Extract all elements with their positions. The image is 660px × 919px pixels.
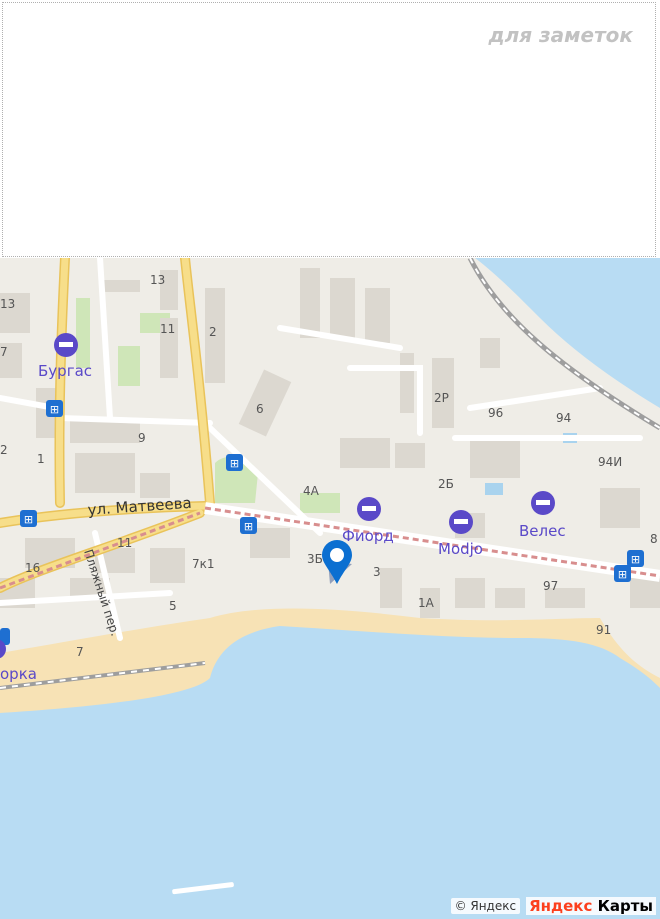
house-number: 2 xyxy=(209,325,217,339)
house-number: 97 xyxy=(543,579,558,593)
house-number: 11 xyxy=(117,536,132,550)
house-number: 11 xyxy=(160,322,175,336)
brand-first: Яндекс xyxy=(529,897,593,915)
bus-stop-icon[interactable]: ⊞ xyxy=(614,565,631,582)
bus-stop-icon[interactable]: ⊞ xyxy=(226,454,243,471)
copyright-label[interactable]: © Яндекс xyxy=(450,898,521,914)
svg-text:Фиорд: Фиорд xyxy=(342,527,394,545)
svg-text:⊞: ⊞ xyxy=(631,553,640,566)
house-number: 1А xyxy=(418,596,435,610)
bus-stop-icon[interactable]: ⊞ xyxy=(46,400,63,417)
house-number: 96 xyxy=(488,406,503,420)
house-number: 4А xyxy=(303,484,320,498)
notes-label: для заметок xyxy=(488,23,633,47)
house-number: 13 xyxy=(150,273,165,287)
house-number: 3Б xyxy=(307,552,323,566)
svg-text:⊞: ⊞ xyxy=(50,403,59,416)
house-number: 8 xyxy=(650,532,658,546)
brand-second: Карты xyxy=(597,897,653,915)
house-number: 13 xyxy=(0,297,15,311)
bus-stop-icon[interactable]: ⊞ xyxy=(20,510,37,527)
map-canvas[interactable]: ⊞ ⊞ ⊞ ⊞ ⊞ ⊞ ул. Матвеева Пляжный пер. Бу… xyxy=(0,258,660,919)
yandex-maps-logo[interactable]: Яндекс Карты xyxy=(526,897,656,915)
bus-stop-icon[interactable]: ⊞ xyxy=(627,550,644,567)
notes-area[interactable]: для заметок xyxy=(2,2,656,257)
house-number: 7 xyxy=(0,345,8,359)
house-number: 2Р xyxy=(434,391,449,405)
svg-text:Велес: Велес xyxy=(519,522,566,540)
house-number: 2 xyxy=(0,443,8,457)
svg-text:⊞: ⊞ xyxy=(230,457,239,470)
svg-text:⊞: ⊞ xyxy=(24,513,33,526)
svg-text:⊞: ⊞ xyxy=(244,520,253,533)
svg-text:орка: орка xyxy=(0,665,37,683)
house-number: 2Б xyxy=(438,477,454,491)
map-attribution: © Яндекс Яндекс Карты xyxy=(450,897,656,915)
house-number: 7 xyxy=(76,645,84,659)
park xyxy=(118,346,140,386)
svg-text:⊞: ⊞ xyxy=(618,568,627,581)
house-number: 94И xyxy=(598,455,622,469)
bus-stop-icon[interactable]: ⊞ xyxy=(240,517,257,534)
house-number: 5 xyxy=(169,599,177,613)
svg-text:Modjo: Modjo xyxy=(438,540,483,558)
map[interactable]: ⊞ ⊞ ⊞ ⊞ ⊞ ⊞ ул. Матвеева Пляжный пер. Бу… xyxy=(0,258,660,919)
house-number: 9 xyxy=(138,431,146,445)
house-number: 94 xyxy=(556,411,571,425)
page: для заметок ⊞ ⊞ ⊞ ⊞ ⊞ ⊞ ул. Матвеева Пля… xyxy=(0,0,660,919)
house-number: 3 xyxy=(373,565,381,579)
house-number: 1 xyxy=(37,452,45,466)
house-number: 6 xyxy=(256,402,264,416)
house-number: 91 xyxy=(596,623,611,637)
house-number: 7к1 xyxy=(192,557,215,571)
house-number: 16 xyxy=(25,561,40,575)
svg-text:Бургас: Бургас xyxy=(38,362,92,380)
